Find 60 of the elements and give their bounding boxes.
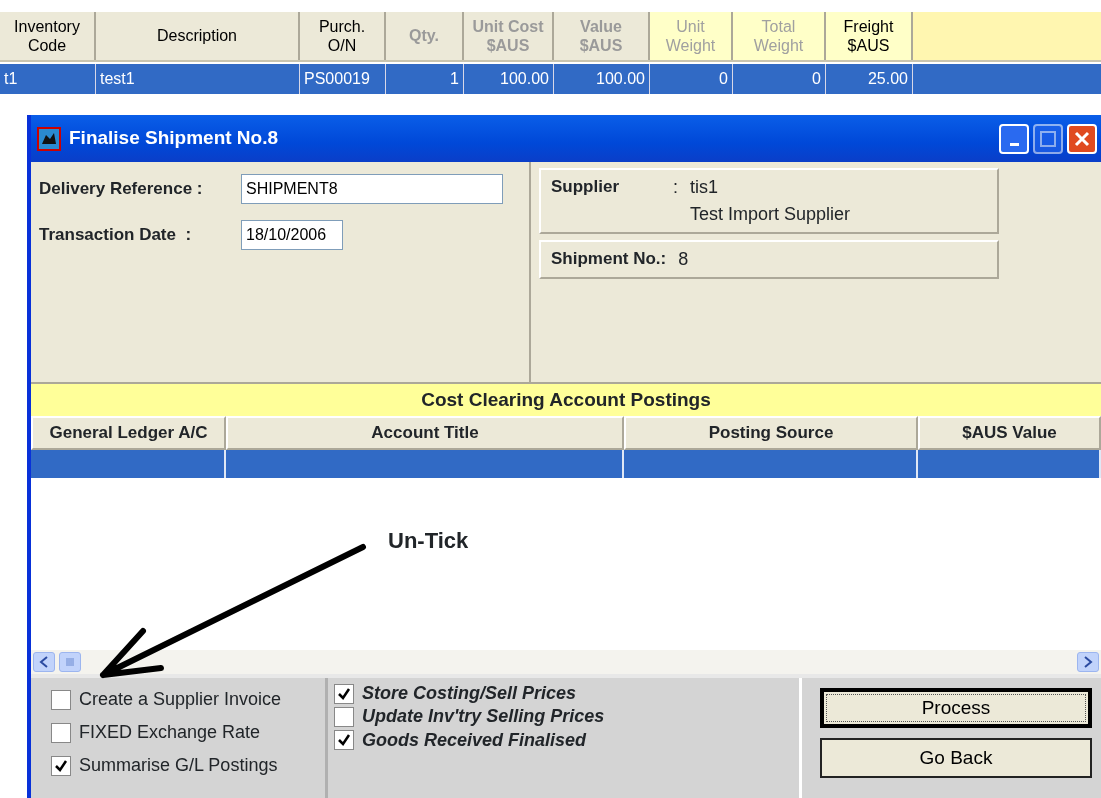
table-cell: 1 [386, 64, 464, 94]
input-field[interactable]: 18/10/2006 [241, 220, 343, 250]
checkbox-label: FIXED Exchange Rate [79, 721, 261, 744]
column-header[interactable]: Account Title [226, 416, 624, 450]
checkbox[interactable] [51, 755, 71, 776]
window-title: Finalise Shipment No.8 [69, 126, 279, 151]
checkbox-label: Summarise G/L Postings [79, 754, 278, 777]
annotation-text: Un-Tick [388, 527, 469, 555]
separator-text: : [673, 176, 678, 199]
close-button[interactable] [1067, 123, 1097, 154]
maximize-button[interactable] [1033, 123, 1063, 154]
supplier-code: tis1 [690, 176, 720, 199]
checkbox[interactable] [334, 683, 354, 704]
column-header[interactable]: Posting Source [624, 416, 918, 450]
column-header[interactable]: Freight $AUS [826, 12, 913, 60]
table-cell: t1 [0, 64, 96, 94]
close-icon [1074, 130, 1090, 147]
table-cell: 100.00 [554, 64, 650, 94]
checkbox-label: Create a Supplier Invoice [79, 688, 282, 711]
checkbox-label: Store Costing/Sell Prices [362, 682, 577, 705]
table-cell: 0 [733, 64, 826, 94]
supplier-label: Supplier [551, 176, 620, 198]
table-cell: 25.00 [826, 64, 913, 94]
table-row[interactable]: t1 test1 PS00019 1 100.00 100.00 0 0 25.00 [0, 64, 1101, 94]
minimize-button[interactable] [999, 123, 1029, 154]
table-cell: PS00019 [300, 64, 386, 94]
shipment-number: 8 [678, 248, 689, 271]
field-label: Transaction Date : [39, 224, 193, 247]
scroll-right-button[interactable] [1077, 652, 1099, 672]
go-back-button[interactable]: Go Back [820, 738, 1092, 778]
maximize-icon [1040, 130, 1056, 147]
checkbox[interactable] [334, 730, 354, 751]
scroll-thumb[interactable] [59, 652, 81, 672]
column-header[interactable]: $AUS Value [918, 416, 1101, 450]
checkbox-label: Goods Received Finalised [362, 728, 587, 752]
column-header[interactable]: Inventory Code [0, 12, 96, 60]
table-cell: test1 [96, 64, 300, 94]
scroll-left-button[interactable] [33, 652, 55, 672]
minimize-icon [1009, 143, 1019, 146]
check-icon [54, 758, 68, 773]
supplier-name: Test Import Supplier [690, 203, 851, 226]
checkbox[interactable] [51, 722, 71, 743]
field-label: Delivery Reference : [39, 178, 204, 201]
check-icon [337, 686, 351, 701]
checkbox-label: Update Inv'try Selling Prices [362, 705, 605, 729]
table-cell: 100.00 [464, 64, 554, 94]
column-header[interactable]: General Ledger A/C [31, 416, 226, 450]
checkbox[interactable] [51, 689, 71, 710]
grip-icon [64, 657, 76, 667]
section-title: Cost Clearing Account Postings [31, 384, 1101, 416]
app-icon [37, 126, 61, 151]
shipment-label: Shipment No.: [551, 248, 667, 270]
column-header[interactable]: Purch. O/N [300, 12, 386, 60]
table-cell: 0 [650, 64, 733, 94]
checkbox[interactable] [334, 707, 354, 728]
input-field[interactable]: SHIPMENT8 [241, 174, 503, 204]
column-header[interactable]: Description [96, 12, 300, 60]
check-icon [337, 733, 351, 748]
horizontal-scrollbar[interactable] [31, 650, 1101, 674]
process-button[interactable]: Process [820, 688, 1092, 728]
